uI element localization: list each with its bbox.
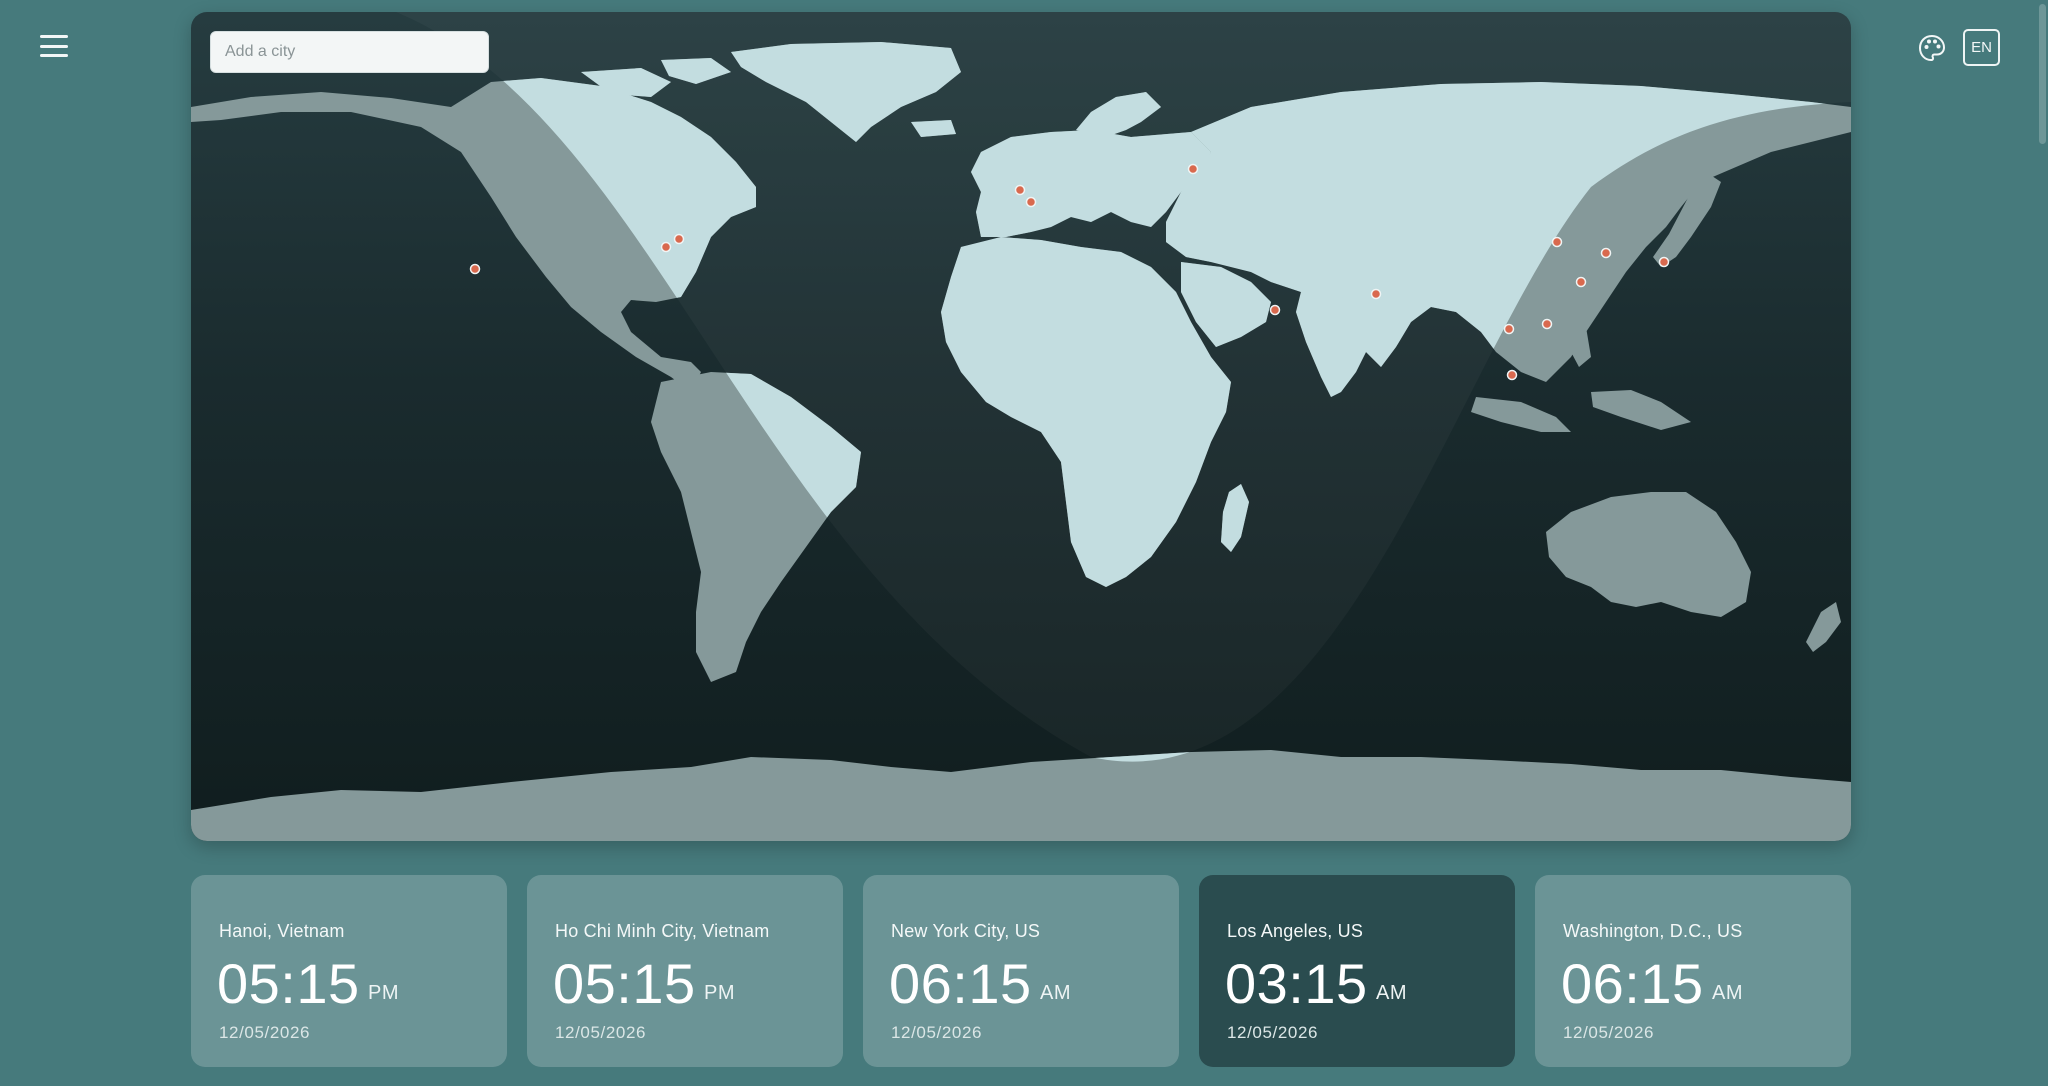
city-card-los-angeles[interactable]: Los Angeles, US 03:15 AM 12/05/2026 bbox=[1199, 875, 1515, 1067]
card-city-name: Washington, D.C., US bbox=[1563, 921, 1743, 941]
card-ampm: PM bbox=[368, 982, 399, 1004]
card-date: 12/05/2026 bbox=[891, 1023, 983, 1042]
city-card-washington-dc[interactable]: Washington, D.C., US 06:15 AM 12/05/2026 bbox=[1535, 875, 1851, 1067]
menu-button[interactable] bbox=[38, 32, 70, 60]
card-ampm: PM bbox=[704, 982, 735, 1004]
city-marker-hanoi[interactable] bbox=[1503, 323, 1515, 335]
world-map[interactable] bbox=[191, 12, 1851, 841]
theme-button[interactable] bbox=[1916, 32, 1948, 64]
add-city-input[interactable] bbox=[210, 31, 489, 73]
city-card-new-york-city[interactable]: New York City, US 06:15 AM 12/05/2026 bbox=[863, 875, 1179, 1067]
card-time: 06:15 bbox=[889, 952, 1032, 1015]
card-ampm: AM bbox=[1376, 982, 1407, 1004]
card-time: 05:15 bbox=[217, 952, 360, 1015]
city-marker-delhi[interactable] bbox=[1370, 288, 1382, 300]
card-date: 12/05/2026 bbox=[555, 1023, 647, 1042]
card-city-name: Hanoi, Vietnam bbox=[219, 921, 345, 941]
card-ampm: AM bbox=[1712, 982, 1743, 1004]
card-city-name: Ho Chi Minh City, Vietnam bbox=[555, 921, 770, 941]
city-marker-new-york[interactable] bbox=[660, 241, 672, 253]
city-marker-washington[interactable] bbox=[673, 233, 685, 245]
city-marker-seoul[interactable] bbox=[1600, 247, 1612, 259]
city-marker-paris[interactable] bbox=[1025, 196, 1037, 208]
card-city-name: New York City, US bbox=[891, 921, 1041, 941]
card-date: 12/05/2026 bbox=[1227, 1023, 1319, 1042]
city-marker-moscow[interactable] bbox=[1187, 163, 1199, 175]
card-date: 12/05/2026 bbox=[1563, 1023, 1655, 1042]
world-map-svg bbox=[191, 42, 1851, 841]
card-time: 05:15 bbox=[553, 952, 696, 1015]
city-marker-dubai[interactable] bbox=[1269, 304, 1281, 316]
scrollbar[interactable] bbox=[2036, 0, 2048, 1086]
city-marker-ho-chi-minh-city[interactable] bbox=[1506, 369, 1518, 381]
card-time: 03:15 bbox=[1225, 952, 1368, 1015]
city-card-ho-chi-minh-city[interactable]: Ho Chi Minh City, Vietnam 05:15 PM 12/05… bbox=[527, 875, 843, 1067]
city-card-hanoi[interactable]: Hanoi, Vietnam 05:15 PM 12/05/2026 bbox=[191, 875, 507, 1067]
city-marker-tokyo[interactable] bbox=[1658, 256, 1670, 268]
city-marker-shanghai[interactable] bbox=[1575, 276, 1587, 288]
card-date: 12/05/2026 bbox=[219, 1023, 311, 1042]
city-cards: Hanoi, Vietnam 05:15 PM 12/05/2026 Ho Ch… bbox=[191, 875, 1851, 1067]
scrollbar-thumb[interactable] bbox=[2039, 4, 2046, 144]
city-marker-los-angeles[interactable] bbox=[469, 263, 481, 275]
city-marker-beijing[interactable] bbox=[1551, 236, 1563, 248]
card-time: 06:15 bbox=[1561, 952, 1704, 1015]
language-button[interactable]: EN bbox=[1963, 29, 2000, 66]
card-city-name: Los Angeles, US bbox=[1227, 921, 1364, 941]
city-marker-hong-kong[interactable] bbox=[1541, 318, 1553, 330]
city-marker-london[interactable] bbox=[1014, 184, 1026, 196]
hamburger-menu-icon bbox=[40, 35, 68, 38]
palette-icon bbox=[1918, 34, 1946, 62]
card-ampm: AM bbox=[1040, 982, 1071, 1004]
